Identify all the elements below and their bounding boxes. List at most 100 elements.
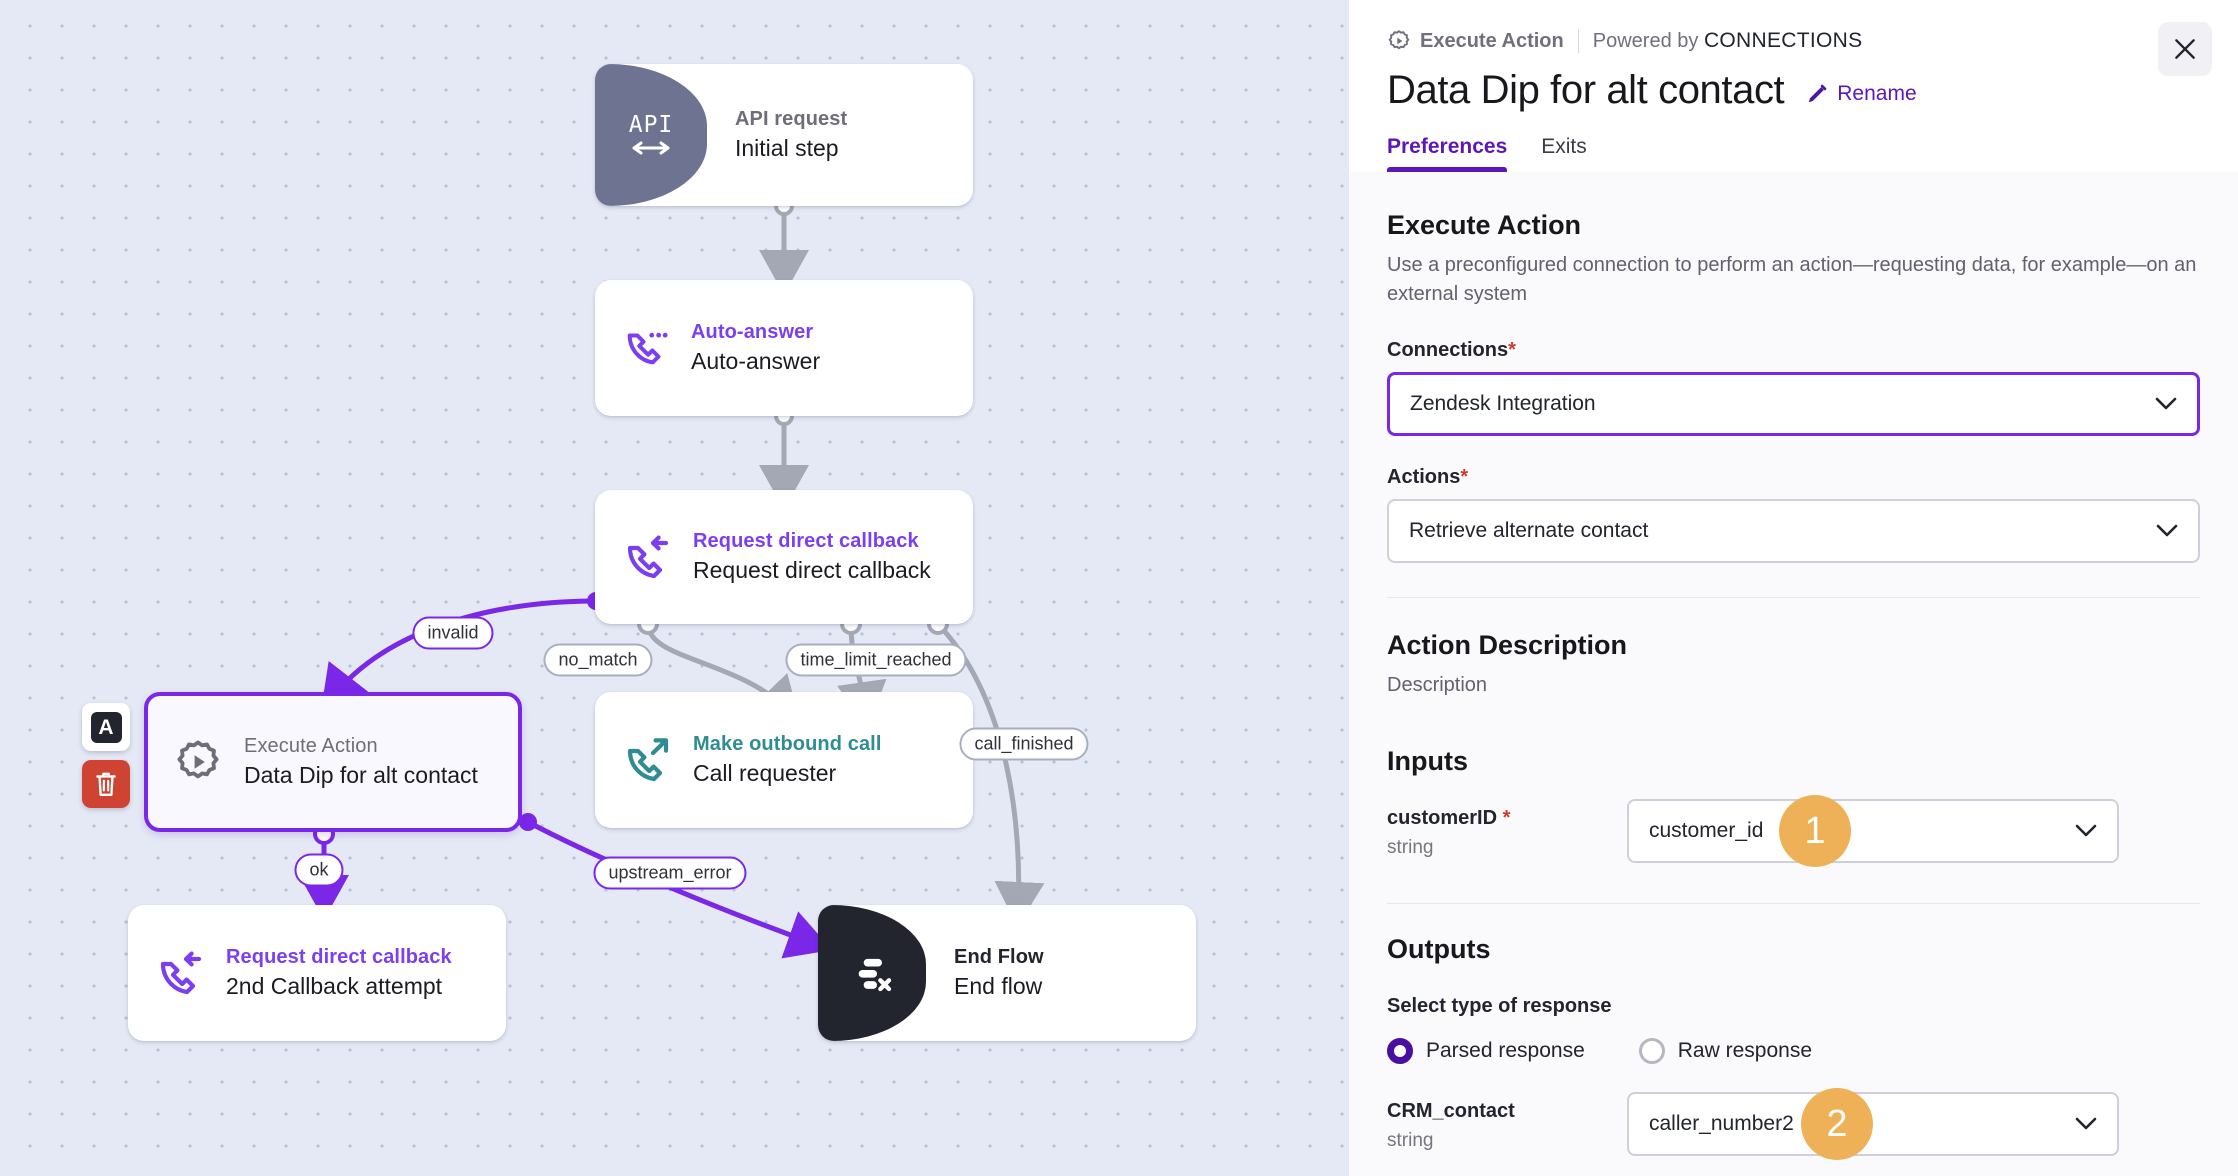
output-value: caller_number2 — [1649, 1112, 1794, 1135]
output-name: CRM_contact — [1387, 1100, 1515, 1122]
execute-action-heading: Execute Action — [1387, 210, 1582, 240]
rename-button[interactable]: Rename — [1806, 82, 1917, 106]
flow-node-end-flow[interactable]: End Flow End flow — [818, 905, 1196, 1041]
side-panel: Execute Action Powered by CONNECTIONS Da… — [1348, 0, 2238, 1176]
powered-by-prefix: Powered by — [1592, 30, 1699, 52]
input-meta: customerID * string — [1387, 799, 1627, 859]
connections-field: Connections* Zendesk Integration — [1387, 339, 2200, 436]
edge-label-call-finished[interactable]: call_finished — [959, 727, 1089, 761]
node-name: Request direct callback — [693, 557, 931, 583]
edge-label-invalid[interactable]: invalid — [412, 616, 494, 650]
tab-preferences[interactable]: Preferences — [1387, 135, 1508, 172]
flow-node-api-request[interactable]: API API request Initial step — [595, 64, 973, 206]
actions-select[interactable]: Retrieve alternate contact — [1387, 499, 2200, 563]
section-divider — [1387, 597, 2200, 598]
input-name: customerID * — [1387, 807, 1627, 830]
edge-label-upstream-error[interactable]: upstream_error — [593, 856, 747, 890]
edge-label-ok[interactable]: ok — [294, 853, 344, 887]
close-icon — [2175, 39, 2195, 59]
connections-label-text: Connections — [1387, 339, 1509, 361]
annotate-button[interactable]: A — [82, 703, 130, 751]
edge-label-time-limit[interactable]: time_limit_reached — [785, 643, 967, 677]
required-asterisk: * — [1460, 466, 1469, 488]
outputs-heading: Outputs — [1387, 934, 1491, 964]
input-row-customerid: customerID * string customer_id 1 — [1387, 795, 2200, 867]
chevron-down-icon — [2075, 824, 2097, 837]
flow-node-execute-action[interactable]: Execute Action Data Dip for alt contact — [144, 692, 522, 832]
radio-parsed-response[interactable]: Parsed response — [1387, 1038, 1585, 1064]
edge-label-no-match[interactable]: no_match — [543, 643, 653, 677]
output-value-wrap: caller_number2 2 — [1627, 1088, 2119, 1160]
phone-outbound-icon — [627, 738, 669, 782]
node-name: Initial step — [735, 135, 839, 161]
delete-button[interactable] — [82, 760, 130, 808]
inputs-heading: Inputs — [1387, 746, 1468, 776]
action-description-heading: Action Description — [1387, 630, 1628, 660]
rename-label: Rename — [1837, 82, 1917, 105]
gear-play-icon — [177, 740, 219, 779]
close-panel-button[interactable] — [2158, 22, 2212, 76]
flow-node-2nd-callback-attempt[interactable]: Request direct callback 2nd Callback att… — [128, 905, 506, 1041]
radio-dot-selected — [1387, 1038, 1413, 1064]
execute-action-section: Execute Action Use a preconfigured conne… — [1387, 210, 2200, 309]
api-label: API — [628, 112, 674, 138]
connections-value: Zendesk Integration — [1410, 392, 1596, 415]
radio-raw-label: Raw response — [1677, 1039, 1812, 1062]
input-value-wrap: customer_id 1 — [1627, 795, 2119, 867]
inputs-section: Inputs customerID * string customer_id 1 — [1387, 746, 2200, 867]
actions-value: Retrieve alternate contact — [1409, 519, 1649, 542]
node-cap-end — [818, 905, 926, 1041]
powered-by-brand: CONNECTIONS — [1703, 29, 1863, 52]
flow-node-make-outbound-call[interactable]: Make outbound call Call requester — [595, 692, 973, 828]
response-type-radios: Parsed response Raw response — [1387, 1038, 2200, 1064]
app-root: API API request Initial step Auto-answer… — [0, 0, 2238, 1176]
execute-action-description: Use a preconfigured connection to perfor… — [1387, 254, 2197, 305]
section-divider — [1387, 903, 2200, 904]
node-kind: Make outbound call — [693, 733, 882, 755]
panel-body: Execute Action Use a preconfigured conne… — [1349, 172, 2238, 1160]
powered-by: Powered by CONNECTIONS — [1593, 29, 1863, 53]
connections-select[interactable]: Zendesk Integration — [1387, 372, 2200, 436]
outputs-section: Outputs Select type of response Parsed r… — [1387, 934, 2200, 1160]
node-toolbar[interactable]: A — [82, 703, 130, 808]
flow-canvas[interactable]: API API request Initial step Auto-answer… — [0, 0, 1348, 1176]
output-type: string — [1387, 1130, 1434, 1151]
end-flow-icon — [858, 958, 892, 992]
chevron-down-icon — [2075, 1117, 2097, 1130]
actions-label: Actions* — [1387, 466, 2200, 489]
trash-icon — [96, 772, 116, 796]
node-kind: Request direct callback — [226, 946, 452, 968]
letter-a-icon: A — [90, 711, 122, 743]
chevron-down-icon — [2156, 524, 2178, 537]
actions-label-text: Actions — [1387, 466, 1461, 488]
node-name: Call requester — [693, 760, 837, 786]
node-kind: API request — [735, 108, 848, 130]
panel-header: Execute Action Powered by CONNECTIONS Da… — [1349, 0, 2238, 172]
input-value-select[interactable]: customer_id — [1627, 799, 2119, 863]
flow-node-auto-answer[interactable]: Auto-answer Auto-answer — [595, 280, 973, 416]
panel-tabs: Preferences Exits — [1387, 135, 2200, 172]
breadcrumb: Execute Action Powered by CONNECTIONS — [1387, 26, 2200, 56]
output-row-crm-contact: CRM_contact string caller_number2 2 — [1387, 1088, 2200, 1160]
node-name: Auto-answer — [691, 348, 821, 374]
tab-exits[interactable]: Exits — [1541, 135, 1587, 172]
phone-dots-icon — [627, 332, 668, 365]
output-value-select[interactable]: caller_number2 — [1627, 1092, 2119, 1156]
connections-label: Connections* — [1387, 339, 2200, 362]
action-description-text: Description — [1387, 674, 1488, 696]
flow-node-request-direct-callback[interactable]: Request direct callback Request direct c… — [595, 490, 973, 624]
phone-callback-icon — [627, 535, 669, 579]
chevron-down-icon — [2155, 397, 2177, 410]
node-kind: End Flow — [954, 946, 1044, 968]
node-name: 2nd Callback attempt — [226, 973, 443, 999]
title-row: Data Dip for alt contact Rename — [1387, 68, 2200, 113]
api-arrows-icon — [632, 141, 670, 155]
phone-callback-icon — [160, 951, 202, 995]
input-name-text: customerID — [1387, 807, 1498, 829]
radio-parsed-label: Parsed response — [1426, 1039, 1585, 1062]
input-value: customer_id — [1649, 819, 1764, 842]
radio-raw-response[interactable]: Raw response — [1638, 1038, 1812, 1064]
actions-field: Actions* Retrieve alternate contact — [1387, 466, 2200, 563]
page-title: Data Dip for alt contact — [1387, 68, 1785, 112]
breadcrumb-divider — [1577, 29, 1579, 53]
